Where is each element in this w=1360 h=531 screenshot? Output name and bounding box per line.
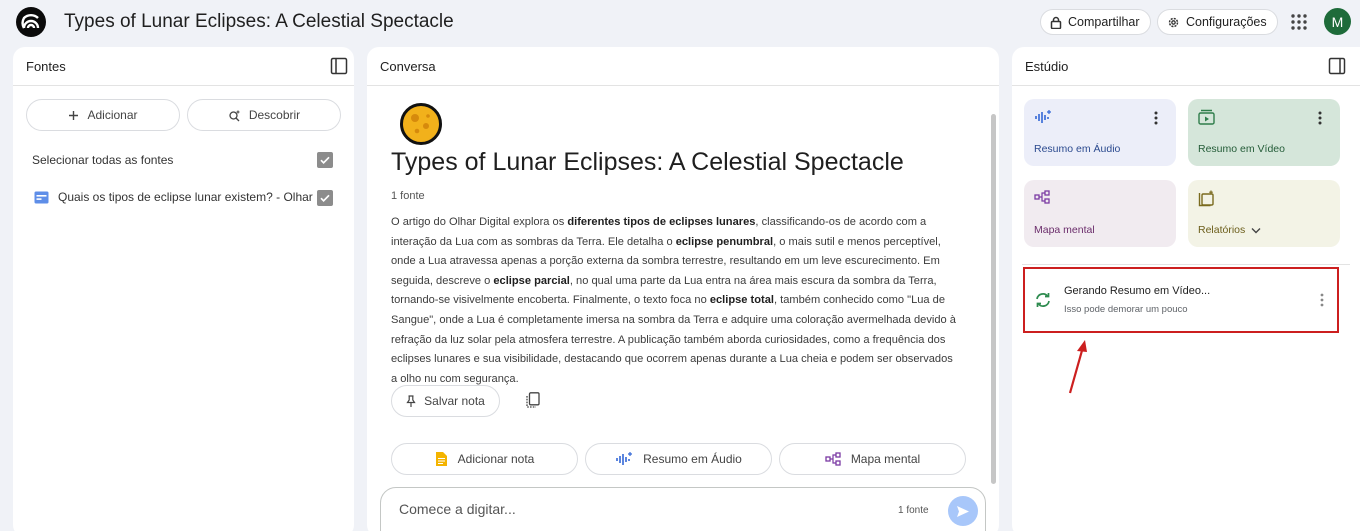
summary-highlight: eclipse total: [709, 294, 774, 307]
reports-card-label: Relatórios: [1198, 224, 1246, 236]
sync-icon: [1036, 293, 1050, 307]
panel-toggle-icon[interactable]: [330, 57, 348, 75]
mind-map-chip[interactable]: Mapa mental: [779, 443, 966, 475]
save-note-label: Salvar nota: [424, 394, 485, 408]
generating-video-item[interactable]: Gerando Resumo em Vídeo... Isso pode dem…: [1023, 267, 1339, 333]
studio-divider: [1022, 264, 1350, 265]
generating-title: Gerando Resumo em Vídeo...: [1064, 285, 1211, 297]
settings-label: Configurações: [1186, 15, 1267, 29]
conversation-source-count: 1 fonte: [391, 190, 425, 202]
mind-map-icon: [825, 452, 841, 466]
audio-summary-chip[interactable]: Resumo em Áudio: [585, 443, 772, 475]
lock-icon: [1050, 16, 1062, 29]
waveform-icon: [1035, 110, 1051, 123]
conversation-summary: O artigo do Olhar Digital explora os dif…: [391, 213, 961, 389]
source-item-title: Quais os tipos de eclipse lunar existem?…: [58, 190, 327, 204]
studio-heading: Estúdio: [1012, 47, 1360, 86]
generating-subtitle: Isso pode demorar um pouco: [1064, 304, 1188, 315]
send-icon: [957, 505, 969, 517]
mind-map-card[interactable]: Mapa mental: [1024, 180, 1176, 247]
kebab-icon[interactable]: [1318, 111, 1322, 125]
save-note-button[interactable]: Salvar nota: [391, 385, 500, 417]
chat-input[interactable]: [399, 501, 839, 517]
summary-text: O artigo do Olhar Digital explora os: [391, 216, 568, 228]
gear-icon: [1168, 17, 1179, 27]
summary-text: , também conhecido como "Lua de Sangue",…: [391, 294, 956, 385]
add-note-chip[interactable]: Adicionar nota: [391, 443, 578, 475]
video-summary-card[interactable]: Resumo em Vídeo: [1188, 99, 1340, 166]
web-source-icon: [34, 191, 49, 203]
discover-button[interactable]: Descobrir: [187, 99, 341, 131]
copy-icon[interactable]: [525, 392, 540, 409]
checkbox-icon: [320, 194, 330, 203]
kebab-icon[interactable]: [1320, 293, 1324, 307]
notebook-title[interactable]: Types of Lunar Eclipses: A Celestial Spe…: [64, 11, 454, 33]
mind-map-label: Mapa mental: [850, 452, 921, 466]
panel-toggle-icon[interactable]: [1328, 57, 1346, 75]
reports-card-label-row: Relatórios: [1198, 224, 1261, 236]
moon-emoji-icon: [400, 103, 442, 145]
reports-card[interactable]: Relatórios: [1188, 180, 1340, 247]
discover-icon: [229, 110, 240, 121]
video-icon: [1198, 109, 1215, 125]
conversation-panel: Conversa Types of Lunar Eclipses: A Cele…: [367, 47, 999, 531]
audio-summary-card[interactable]: Resumo em Áudio: [1024, 99, 1176, 166]
top-bar: Types of Lunar Eclipses: A Celestial Spe…: [0, 0, 1360, 44]
avatar[interactable]: M: [1324, 8, 1351, 35]
chat-source-count: 1 fonte: [898, 505, 929, 516]
waveform-icon: [616, 452, 633, 465]
audio-summary-card-label: Resumo em Áudio: [1034, 143, 1121, 155]
mind-map-icon: [1034, 190, 1050, 204]
reports-icon: [1198, 190, 1214, 207]
send-button[interactable]: [948, 496, 978, 526]
conversation-title: Types of Lunar Eclipses: A Celestial Spe…: [391, 148, 904, 176]
share-button[interactable]: Compartilhar: [1040, 9, 1151, 35]
select-all-checkbox[interactable]: [317, 152, 333, 168]
add-source-button[interactable]: Adicionar: [26, 99, 180, 131]
source-item-checkbox[interactable]: [317, 190, 333, 206]
sources-heading: Fontes: [13, 47, 354, 86]
chevron-down-icon[interactable]: [1251, 227, 1261, 234]
checkbox-icon: [320, 156, 330, 165]
summary-highlight: eclipse penumbral: [675, 235, 774, 248]
discover-label: Descobrir: [248, 108, 301, 122]
scrollbar[interactable]: [991, 114, 996, 484]
summary-highlight: diferentes tipos de eclipses lunares: [567, 216, 756, 228]
settings-button[interactable]: Configurações: [1157, 9, 1278, 35]
chat-box: 1 fonte: [380, 487, 986, 531]
arrow-icon: [1068, 340, 1087, 394]
conversation-heading: Conversa: [367, 47, 999, 86]
note-icon: [435, 452, 447, 466]
pin-icon: [406, 394, 416, 407]
plus-icon: [69, 110, 79, 120]
add-note-label: Adicionar nota: [457, 452, 535, 466]
sources-panel: Fontes Adicionar Descobrir Selecionar to…: [13, 47, 354, 531]
select-all-label: Selecionar todas as fontes: [32, 153, 174, 167]
source-item[interactable]: Quais os tipos de eclipse lunar existem?…: [34, 190, 326, 204]
notebooklm-logo-icon[interactable]: [16, 7, 46, 37]
summary-highlight: eclipse parcial: [493, 274, 570, 287]
kebab-icon[interactable]: [1154, 111, 1158, 125]
share-label: Compartilhar: [1068, 15, 1140, 29]
apps-grid-icon[interactable]: [1289, 12, 1309, 32]
studio-panel: Estúdio Resumo em Áudio Resumo em Vídeo …: [1012, 47, 1360, 531]
mind-map-card-label: Mapa mental: [1034, 224, 1095, 236]
add-source-label: Adicionar: [87, 108, 138, 122]
video-summary-card-label: Resumo em Vídeo: [1198, 143, 1285, 155]
audio-summary-label: Resumo em Áudio: [643, 452, 742, 466]
